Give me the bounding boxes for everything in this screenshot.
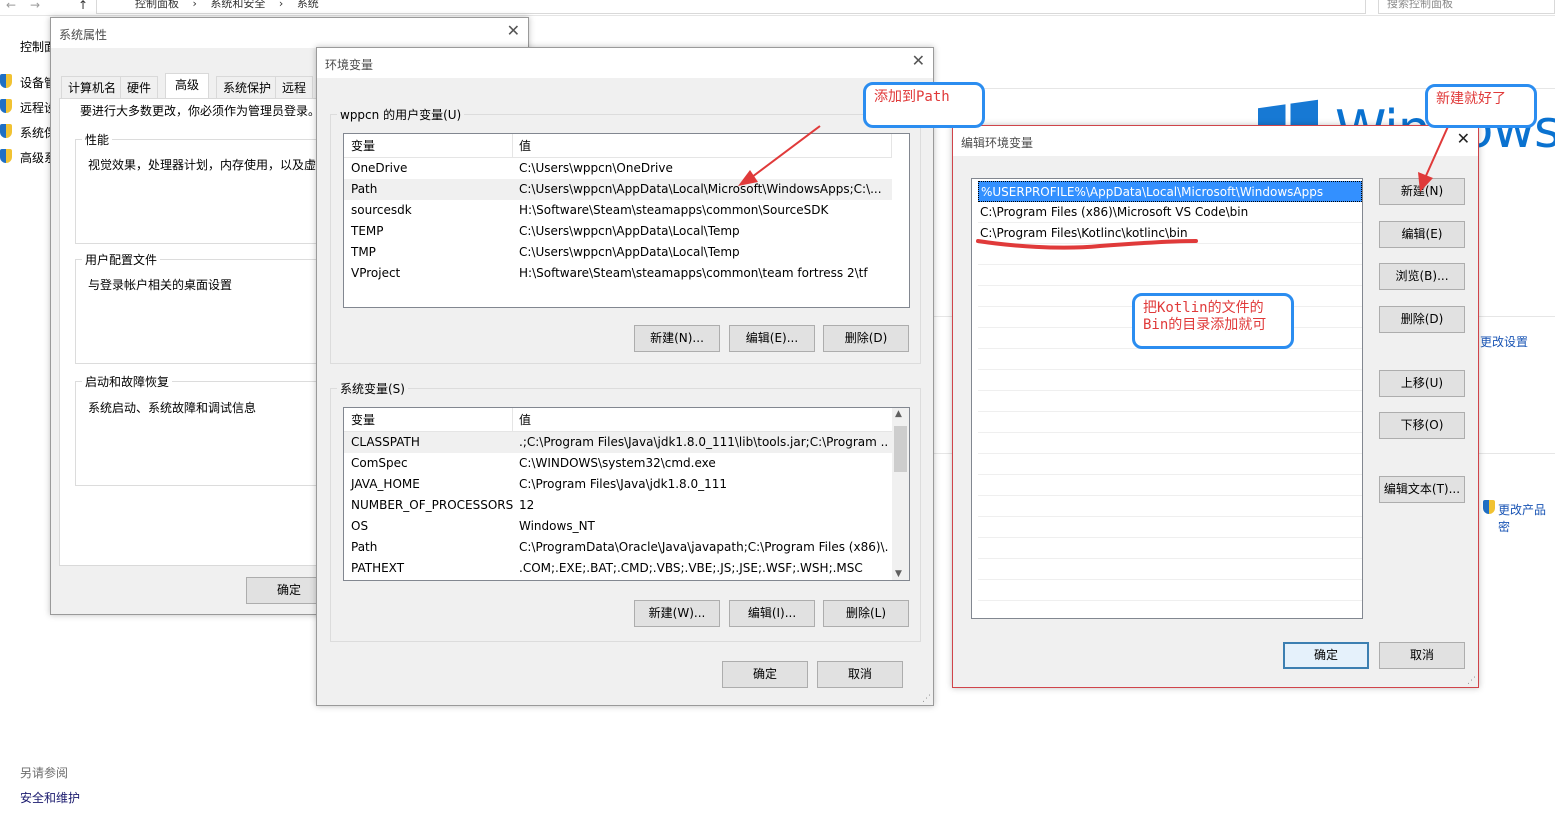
arrow-head-icon [738, 170, 758, 186]
annotation-callout: 把Kotlin的文件的 Bin的目录添加就可 [1132, 293, 1294, 349]
annotation-arrow [747, 125, 821, 181]
annotation-overlay [738, 121, 1451, 250]
annotation-underline [976, 239, 1198, 250]
annotation-callout: 添加到Path [863, 82, 985, 128]
annotation-callout: 新建就好了 [1425, 84, 1537, 128]
annotation-text: 把Kotlin的文件的 [1143, 300, 1264, 316]
arrow-head-icon [1418, 172, 1433, 192]
annotation-text: Bin的目录添加就可 [1143, 317, 1267, 333]
annotation-text: 新建就好了 [1436, 91, 1506, 107]
annotation-text: 添加到Path [874, 89, 950, 105]
annotation-arrow [1424, 121, 1451, 179]
